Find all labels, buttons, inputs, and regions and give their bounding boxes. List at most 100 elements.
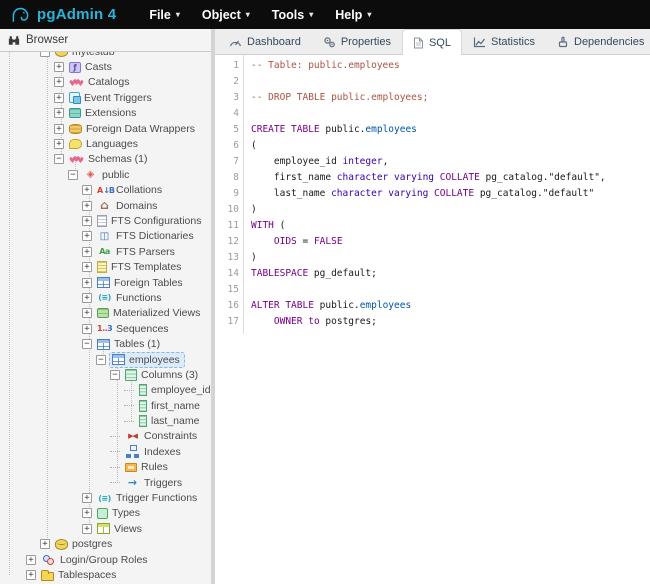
tab-statistics[interactable]: Statistics bbox=[462, 29, 546, 54]
expand-toggle-icon[interactable]: + bbox=[82, 293, 92, 303]
menu-tools[interactable]: Tools▾ bbox=[261, 0, 324, 29]
tree-item-fts-configurations[interactable]: + FTS Configurations bbox=[0, 213, 211, 228]
tree-item-label: FTS Configurations bbox=[111, 215, 201, 227]
tree-item-columns-3[interactable]: −Columns (3) bbox=[0, 367, 211, 382]
selected-node-highlight[interactable]: employees bbox=[109, 352, 185, 368]
tree-item-rules[interactable]: Rules bbox=[0, 460, 211, 475]
tree-item-constraints[interactable]: Constraints bbox=[0, 429, 211, 444]
collapse-toggle-icon[interactable]: − bbox=[40, 52, 50, 57]
expand-toggle-icon[interactable]: + bbox=[82, 508, 92, 518]
menu-object[interactable]: Object▾ bbox=[191, 0, 261, 29]
tree-item-schemas-1[interactable]: −Schemas (1) bbox=[0, 152, 211, 167]
tree-item-mytestdb[interactable]: −mytestdb bbox=[0, 52, 211, 59]
expand-toggle-icon[interactable]: + bbox=[82, 308, 92, 318]
tab-sql[interactable]: SQL bbox=[402, 29, 462, 55]
tree-item-public[interactable]: −public bbox=[0, 167, 211, 182]
collapse-toggle-icon[interactable]: − bbox=[110, 370, 120, 380]
tree-item-types[interactable]: + Types bbox=[0, 506, 211, 521]
expand-toggle-icon[interactable]: + bbox=[26, 570, 36, 580]
database-icon bbox=[55, 52, 68, 57]
tree-connector bbox=[110, 467, 120, 468]
tree-item-employees[interactable]: −employees bbox=[0, 352, 211, 367]
collapse-toggle-icon[interactable]: − bbox=[54, 154, 64, 164]
line-number: 11 bbox=[215, 218, 239, 234]
tree-item-functions[interactable]: +Functions bbox=[0, 290, 211, 305]
tree-item-extensions[interactable]: +Extensions bbox=[0, 106, 211, 121]
expand-toggle-icon[interactable]: + bbox=[26, 555, 36, 565]
expand-toggle-icon[interactable]: + bbox=[54, 108, 64, 118]
tree-item-first-name[interactable]: first_name bbox=[0, 398, 211, 413]
line-number: 3 bbox=[215, 90, 239, 106]
indexes-icon bbox=[125, 445, 140, 458]
types-icon bbox=[97, 508, 108, 519]
expand-toggle-icon[interactable]: + bbox=[54, 124, 64, 134]
code-token: ( bbox=[274, 220, 285, 231]
tab-dependencies[interactable]: Dependencies bbox=[546, 29, 650, 54]
tree-item-views[interactable]: +Views bbox=[0, 521, 211, 536]
tree-item-fts-dictionaries[interactable]: +FTS Dictionaries bbox=[0, 229, 211, 244]
code-token: FALSE bbox=[314, 236, 343, 247]
code-token: public. bbox=[320, 124, 366, 135]
tree-item-domains[interactable]: +Domains bbox=[0, 198, 211, 213]
expand-toggle-icon[interactable]: + bbox=[82, 185, 92, 195]
tree-item-fts-templates[interactable]: +FTS Templates bbox=[0, 259, 211, 274]
tree-item-tables-1[interactable]: −Tables (1) bbox=[0, 336, 211, 351]
expand-toggle-icon[interactable]: + bbox=[82, 247, 92, 257]
collapse-toggle-icon[interactable]: − bbox=[96, 355, 106, 365]
tree-item-indexes[interactable]: Indexes bbox=[0, 444, 211, 459]
tree-item-postgres[interactable]: +postgres bbox=[0, 537, 211, 552]
tree-item-label: Catalogs bbox=[88, 76, 129, 88]
expand-toggle-icon[interactable]: + bbox=[54, 77, 64, 87]
browser-tree[interactable]: −mytestdb+Casts+Catalogs+Event Triggers+… bbox=[0, 52, 211, 584]
menu-help[interactable]: Help▾ bbox=[324, 0, 382, 29]
table-icon bbox=[112, 354, 125, 365]
tree-item-label: Types bbox=[112, 507, 140, 519]
expand-toggle-icon[interactable]: + bbox=[82, 324, 92, 334]
tree-item-fts-parsers[interactable]: +FTS Parsers bbox=[0, 244, 211, 259]
tree-item-collations[interactable]: +Collations bbox=[0, 183, 211, 198]
expand-toggle-icon[interactable]: + bbox=[54, 93, 64, 103]
code-token: -- DROP TABLE public.employees; bbox=[251, 92, 428, 103]
tree-item-casts[interactable]: +Casts bbox=[0, 59, 211, 74]
tree-item-catalogs[interactable]: + Catalogs bbox=[0, 75, 211, 90]
expand-toggle-icon[interactable]: + bbox=[54, 62, 64, 72]
tree-item-sequences[interactable]: +Sequences bbox=[0, 321, 211, 336]
tree-item-materialized-views[interactable]: +Materialized Views bbox=[0, 306, 211, 321]
tree-item-last-name[interactable]: last_name bbox=[0, 413, 211, 428]
tree-item-tablespaces[interactable]: +Tablespaces bbox=[0, 567, 211, 582]
collapse-toggle-icon[interactable]: − bbox=[68, 170, 78, 180]
line-number: 10 bbox=[215, 202, 239, 218]
foreign-data-wrappers-icon bbox=[69, 124, 82, 134]
tree-item-languages[interactable]: +Languages bbox=[0, 136, 211, 151]
tree-item-triggers[interactable]: Triggers bbox=[0, 475, 211, 490]
expand-toggle-icon[interactable]: + bbox=[82, 216, 92, 226]
expand-toggle-icon[interactable]: + bbox=[82, 231, 92, 241]
column-icon bbox=[139, 415, 147, 427]
expand-toggle-icon[interactable]: + bbox=[82, 278, 92, 288]
tab-properties[interactable]: Properties bbox=[312, 29, 402, 54]
tree-item-foreign-data-wrappers[interactable]: +Foreign Data Wrappers bbox=[0, 121, 211, 136]
tree-item-event-triggers[interactable]: +Event Triggers bbox=[0, 90, 211, 105]
tree-item-login-group-roles[interactable]: +Login/Group Roles bbox=[0, 552, 211, 567]
expand-toggle-icon[interactable]: + bbox=[54, 139, 64, 149]
expand-toggle-icon[interactable]: + bbox=[82, 201, 92, 211]
menu-file[interactable]: File▾ bbox=[138, 0, 191, 29]
code-line: OIDS = FALSE bbox=[251, 234, 606, 250]
code-token: character varying bbox=[337, 172, 434, 183]
casts-icon bbox=[69, 62, 81, 73]
line-number: 13 bbox=[215, 250, 239, 266]
tab-dashboard[interactable]: Dashboard bbox=[218, 29, 312, 54]
expand-toggle-icon[interactable]: + bbox=[82, 524, 92, 534]
extensions-icon bbox=[69, 108, 81, 118]
tree-item-foreign-tables[interactable]: +Foreign Tables bbox=[0, 275, 211, 290]
sql-editor[interactable]: 1234567891011121314151617 -- Table: publ… bbox=[215, 55, 650, 334]
expand-toggle-icon[interactable]: + bbox=[82, 493, 92, 503]
column-icon bbox=[139, 400, 147, 412]
expand-toggle-icon[interactable]: + bbox=[82, 262, 92, 272]
tree-item-employee-id[interactable]: employee_id bbox=[0, 383, 211, 398]
collapse-toggle-icon[interactable]: − bbox=[82, 339, 92, 349]
database-icon bbox=[55, 539, 68, 550]
expand-toggle-icon[interactable]: + bbox=[40, 539, 50, 549]
tree-item-label: Trigger Functions bbox=[116, 492, 197, 504]
tree-item-trigger-functions[interactable]: + Trigger Functions bbox=[0, 490, 211, 505]
